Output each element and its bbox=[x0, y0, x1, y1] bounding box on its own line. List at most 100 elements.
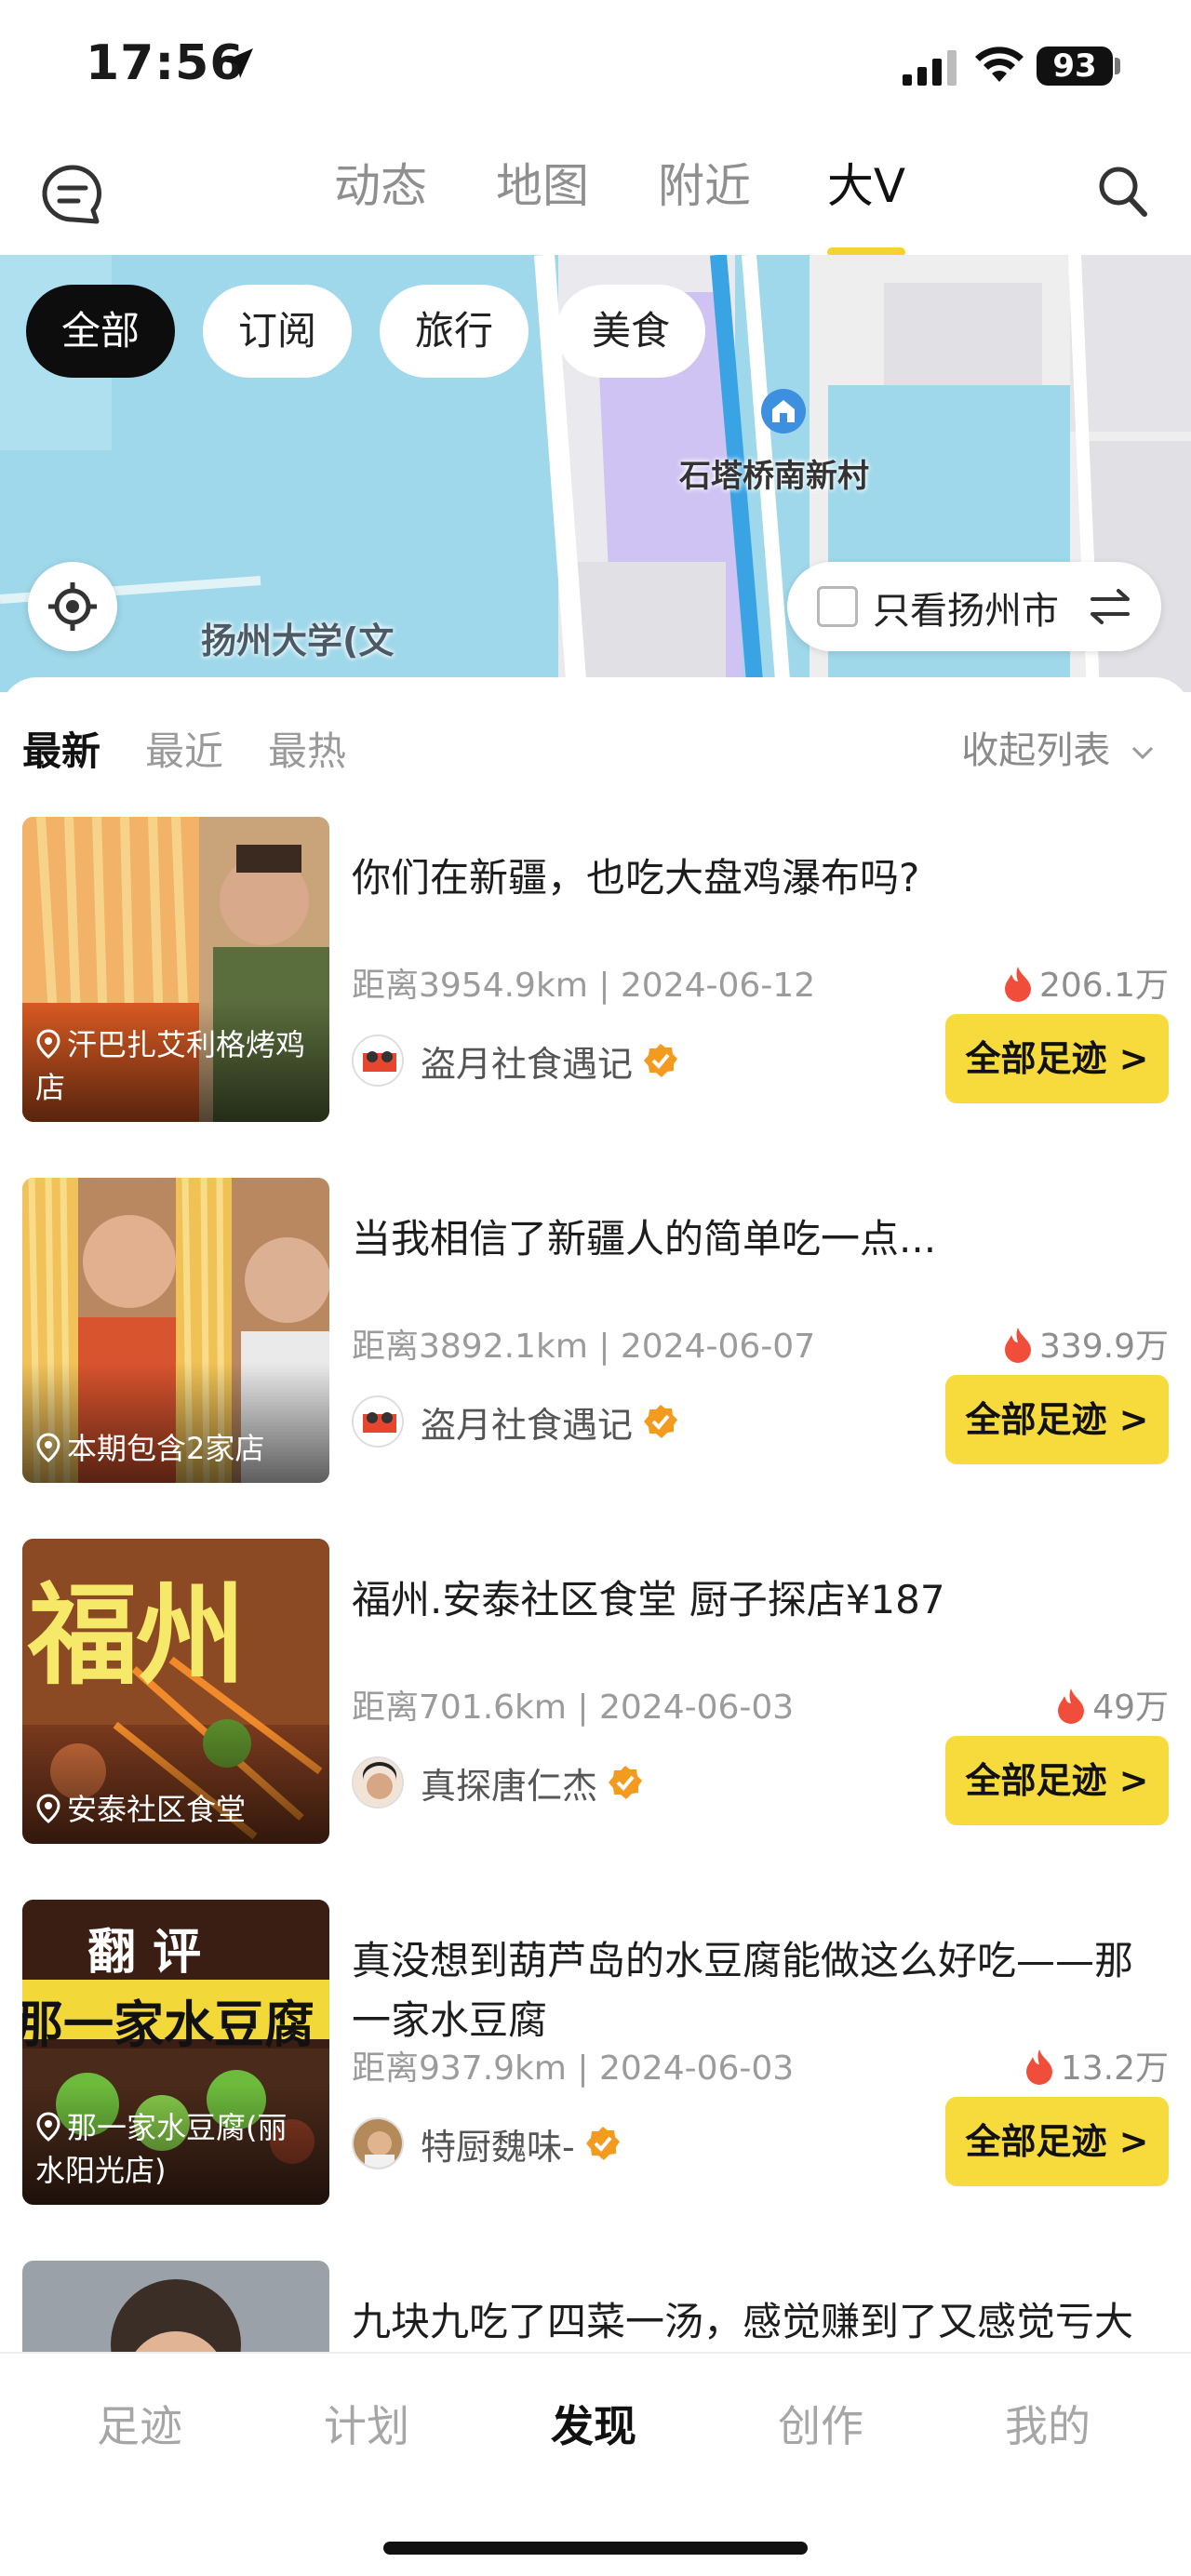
verified-badge-icon bbox=[644, 1405, 678, 1438]
bottom-tabs: 足迹 计划 发现 创作 我的 bbox=[0, 2393, 1191, 2454]
place-tag: 本期包含2家店 bbox=[35, 1427, 316, 1470]
avatar[interactable] bbox=[352, 1756, 404, 1809]
author-name: 盗月社食遇记 bbox=[421, 1404, 634, 1446]
bottom-tab-plan[interactable]: 计划 bbox=[253, 2393, 480, 2454]
collapse-list-button[interactable]: 收起列表 bbox=[961, 720, 1156, 774]
city-filter-checkbox[interactable] bbox=[817, 586, 858, 627]
map-place-label[interactable]: 扬州大学(文 bbox=[201, 618, 394, 664]
crosshair-icon bbox=[48, 582, 97, 631]
battery-level: 93 bbox=[1037, 47, 1113, 86]
item-heat: 206.1万 bbox=[1002, 958, 1169, 1007]
all-footprints-button[interactable]: 全部足迹 > bbox=[945, 1736, 1169, 1825]
avatar[interactable] bbox=[352, 1034, 404, 1087]
author[interactable]: 特厨魏味- bbox=[352, 2116, 622, 2171]
tab-big-v[interactable]: 大V bbox=[785, 158, 947, 257]
thumbnail-caption: 那一家水豆腐 bbox=[22, 1995, 314, 2054]
chevron-down-icon bbox=[1131, 746, 1154, 760]
list-item[interactable]: 本期包含2家店 当我相信了新疆人的简单吃一点... 距离3892.1km | 2… bbox=[22, 1178, 1169, 1483]
list-item[interactable]: 翻 评 那一家水豆腐 那一家水豆腐(丽水阳光店) 真没想到葫芦岛的水豆腐能做这么… bbox=[22, 1900, 1169, 2205]
place-tag: 汗巴扎艾利格烤鸡店 bbox=[35, 1023, 316, 1109]
list-item[interactable]: 汗巴扎艾利格烤鸡店 你们在新疆，也吃大盘鸡瀑布吗? 距离3954.9km | 2… bbox=[22, 817, 1169, 1122]
avatar[interactable] bbox=[352, 2117, 404, 2169]
tab-big-v-label: 大V bbox=[826, 159, 906, 213]
all-footprints-button[interactable]: 全部足迹 > bbox=[945, 2097, 1169, 2186]
flame-icon bbox=[1004, 1328, 1031, 1363]
filter-chip-subscribed[interactable]: 订阅 bbox=[203, 285, 353, 378]
place-name: 那一家水豆腐(丽水阳光店) bbox=[35, 2110, 288, 2188]
tab-nearby[interactable]: 附近 bbox=[623, 158, 785, 233]
location-pin-icon bbox=[36, 1029, 60, 1059]
poi-label[interactable]: 石塔桥南新村 bbox=[679, 450, 869, 496]
list-item[interactable]: 福州 安泰社区食堂 福州.安泰社区食堂 厨子探店¥187 距离701.6km |… bbox=[22, 1539, 1169, 1844]
item-heat: 49万 bbox=[1055, 1680, 1169, 1728]
avatar-image bbox=[354, 1397, 402, 1446]
switch-arrows-icon[interactable] bbox=[1087, 586, 1133, 627]
wifi-icon bbox=[975, 47, 1024, 82]
item-title[interactable]: 福州.安泰社区食堂 厨子探店¥187 bbox=[352, 1570, 1169, 1630]
item-title[interactable]: 真没想到葫芦岛的水豆腐能做这么好吃——那一家水豆腐 bbox=[352, 1931, 1169, 2050]
sort-tab-nearest[interactable]: 最近 bbox=[145, 720, 223, 777]
city-filter-toggle[interactable]: 只看扬州市 bbox=[787, 562, 1161, 651]
place-tag: 那一家水豆腐(丽水阳光店) bbox=[35, 2106, 316, 2192]
video-thumbnail[interactable]: 汗巴扎艾利格烤鸡店 bbox=[22, 817, 329, 1122]
item-title[interactable]: 当我相信了新疆人的简单吃一点... bbox=[352, 1209, 1169, 1269]
author[interactable]: 真探唐仁杰 bbox=[352, 1755, 644, 1810]
filter-chip-all[interactable]: 全部 bbox=[26, 285, 176, 378]
video-thumbnail[interactable]: 福州 安泰社区食堂 bbox=[22, 1539, 329, 1844]
place-name: 本期包含2家店 bbox=[67, 1431, 265, 1466]
poi-building-icon[interactable] bbox=[759, 387, 808, 435]
verified-badge-icon bbox=[609, 1766, 643, 1799]
sort-tab-newest[interactable]: 最新 bbox=[22, 720, 100, 777]
place-name: 汗巴扎艾利格烤鸡店 bbox=[35, 1027, 306, 1105]
avatar-image bbox=[354, 1036, 402, 1085]
tab-dongtai[interactable]: 动态 bbox=[300, 158, 462, 233]
status-bar: 17:56 93 bbox=[0, 0, 1191, 130]
sort-tab-hottest[interactable]: 最热 bbox=[268, 720, 346, 777]
flame-icon bbox=[1004, 967, 1031, 1002]
author-name: 盗月社食遇记 bbox=[421, 1043, 634, 1085]
feed-panel: 最新 最近 最热 收起列表 汗巴扎艾利格烤鸡店 你们在新疆，也吃大盘鸡瀑布吗? … bbox=[0, 677, 1191, 2566]
bottom-tab-footprints[interactable]: 足迹 bbox=[26, 2393, 253, 2454]
flame-icon bbox=[1058, 1688, 1085, 1724]
location-pin-icon bbox=[36, 1433, 60, 1462]
author[interactable]: 盗月社食遇记 bbox=[352, 1033, 679, 1088]
top-tabs: 动态 地图 附近 大V bbox=[300, 158, 947, 257]
flame-icon bbox=[1025, 2049, 1052, 2085]
filter-chips: 全部 订阅 旅行 美食 bbox=[26, 285, 706, 378]
all-footprints-button[interactable]: 全部足迹 > bbox=[945, 1375, 1169, 1464]
thumbnail-caption: 翻 评 bbox=[87, 1925, 202, 1981]
sort-tabs: 最新 最近 最热 bbox=[22, 720, 346, 777]
tab-map[interactable]: 地图 bbox=[462, 158, 623, 233]
cellular-signal-icon bbox=[903, 50, 957, 86]
heat-count: 339.9万 bbox=[1038, 1328, 1169, 1366]
avatar[interactable] bbox=[352, 1395, 404, 1448]
item-distance-date: 距离3954.9km | 2024-06-12 bbox=[352, 967, 816, 1005]
message-icon[interactable] bbox=[39, 162, 106, 229]
location-pin-icon bbox=[36, 2112, 60, 2142]
heat-count: 206.1万 bbox=[1038, 967, 1169, 1005]
top-navigation: 动态 地图 附近 大V bbox=[0, 130, 1191, 257]
verified-badge-icon bbox=[585, 2127, 620, 2160]
author-name: 特厨魏味- bbox=[421, 2126, 575, 2168]
locate-me-button[interactable] bbox=[28, 562, 117, 651]
author[interactable]: 盗月社食遇记 bbox=[352, 1394, 679, 1449]
item-distance-date: 距离701.6km | 2024-06-03 bbox=[352, 1688, 795, 1727]
all-footprints-button[interactable]: 全部足迹 > bbox=[945, 1014, 1169, 1103]
place-name: 安泰社区食堂 bbox=[67, 1792, 247, 1827]
filter-chip-travel[interactable]: 旅行 bbox=[380, 285, 529, 378]
location-pin-icon bbox=[36, 1794, 60, 1823]
collapse-list-label: 收起列表 bbox=[961, 729, 1111, 772]
item-title[interactable]: 你们在新疆，也吃大盘鸡瀑布吗? bbox=[352, 848, 1169, 908]
battery-tip bbox=[1115, 58, 1120, 74]
bottom-tab-me[interactable]: 我的 bbox=[934, 2393, 1161, 2454]
thumbnail-caption: 福州 bbox=[28, 1571, 246, 1700]
avatar-image bbox=[354, 1758, 402, 1807]
city-filter-label: 只看扬州市 bbox=[873, 590, 1059, 633]
filter-chip-food[interactable]: 美食 bbox=[556, 285, 706, 378]
bottom-tab-create[interactable]: 创作 bbox=[707, 2393, 934, 2454]
video-thumbnail[interactable]: 本期包含2家店 bbox=[22, 1178, 329, 1483]
avatar-image bbox=[354, 2119, 402, 2168]
video-thumbnail[interactable]: 翻 评 那一家水豆腐 那一家水豆腐(丽水阳光店) bbox=[22, 1900, 329, 2205]
search-icon[interactable] bbox=[1096, 164, 1148, 220]
bottom-tab-discover[interactable]: 发现 bbox=[480, 2393, 707, 2454]
